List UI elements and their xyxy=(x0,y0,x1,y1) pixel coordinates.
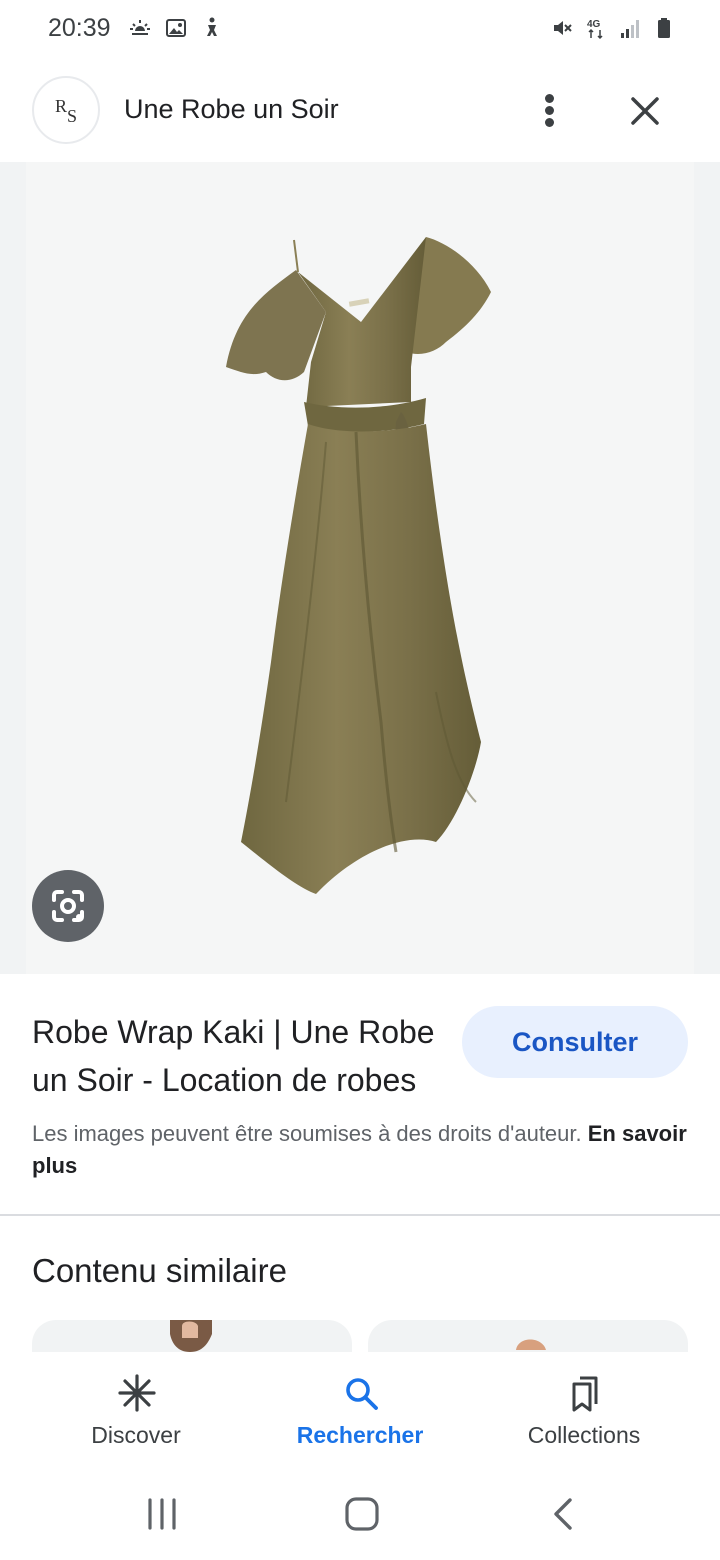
search-icon xyxy=(346,1378,378,1410)
home-icon[interactable] xyxy=(340,1494,384,1534)
nav-item-search[interactable]: Rechercher xyxy=(260,1372,460,1462)
system-nav-bar xyxy=(0,1472,720,1560)
weather-icon xyxy=(130,20,150,35)
similar-content-title: Contenu similaire xyxy=(32,1252,287,1289)
google-lens-icon xyxy=(52,890,84,922)
dress-image xyxy=(226,237,491,894)
svg-text:4G: 4G xyxy=(587,19,601,30)
copyright-notice: Les images peuvent être soumises à des d… xyxy=(32,1118,692,1182)
image-frame xyxy=(26,162,694,974)
back-icon[interactable] xyxy=(542,1494,586,1534)
signal-icon xyxy=(621,20,639,38)
lens-button[interactable] xyxy=(32,870,104,942)
more-vert-icon-dot xyxy=(545,94,554,103)
more-vert-icon-dot xyxy=(545,106,554,115)
network-4g-icon: 4G xyxy=(587,19,603,40)
site-name[interactable]: Une Robe un Soir xyxy=(124,94,339,125)
battery-icon xyxy=(658,18,670,38)
nav-item-collections[interactable]: Collections xyxy=(484,1372,684,1462)
nav-label-search: Rechercher xyxy=(296,1422,424,1448)
status-bar: 20:39 4G xyxy=(0,0,720,60)
close-icon[interactable] xyxy=(622,88,668,134)
status-right-icons: 4G xyxy=(550,16,676,40)
visit-button[interactable]: Consulter xyxy=(462,1006,688,1078)
collections-icon xyxy=(572,1376,598,1412)
logo-letter-r: R xyxy=(55,96,68,116)
nav-item-discover[interactable]: Discover xyxy=(36,1372,236,1462)
status-time: 20:39 xyxy=(48,14,111,42)
discover-icon xyxy=(118,1374,156,1412)
mute-icon xyxy=(554,21,572,35)
more-options-button[interactable] xyxy=(530,88,570,132)
nav-label-collections: Collections xyxy=(527,1422,641,1448)
divider xyxy=(0,1214,720,1216)
status-left-icons xyxy=(128,16,224,40)
logo-letter-s: S xyxy=(67,106,78,126)
nav-label-discover: Discover xyxy=(91,1422,181,1448)
accessibility-icon xyxy=(207,17,217,36)
gallery-icon xyxy=(166,19,186,37)
more-vert-icon-dot xyxy=(545,118,554,127)
image-preview[interactable] xyxy=(0,162,720,974)
recents-icon[interactable] xyxy=(140,1494,184,1534)
copyright-text: Les images peuvent être soumises à des d… xyxy=(32,1121,582,1146)
header: R S Une Robe un Soir xyxy=(0,70,720,160)
result-title[interactable]: Robe Wrap Kaki | Une Robe un Soir - Loca… xyxy=(32,1008,442,1104)
bottom-nav: Discover Rechercher Collections xyxy=(0,1352,720,1472)
site-logo[interactable]: R S xyxy=(32,76,100,144)
